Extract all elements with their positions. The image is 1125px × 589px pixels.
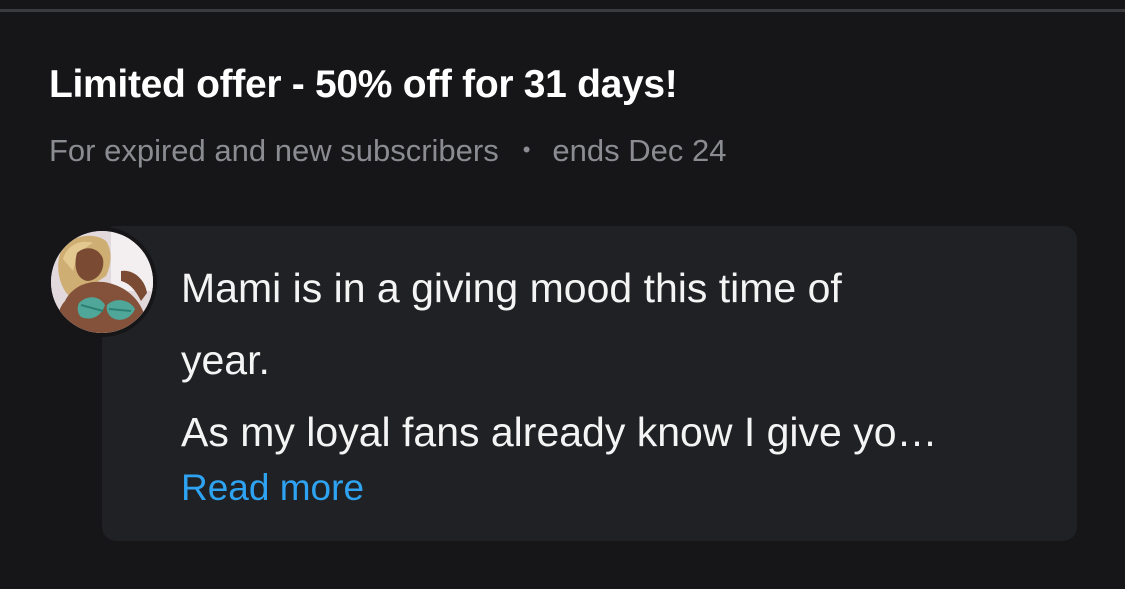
offer-meta: For expired and new subscribers • ends D… [49, 132, 726, 170]
offer-audience: For expired and new subscribers [49, 133, 499, 168]
offer-end-date: ends Dec 24 [552, 133, 727, 168]
avatar-photo [51, 231, 153, 333]
top-divider [0, 9, 1125, 12]
read-more-link[interactable]: Read more [181, 466, 364, 510]
avatar[interactable] [47, 227, 157, 337]
avatar-image-icon [51, 231, 153, 333]
meta-separator-dot: • [522, 137, 531, 162]
message-text: Mami is in a giving mood this time of ye… [181, 265, 938, 455]
offer-title: Limited offer - 50% off for 31 days! [49, 63, 678, 106]
